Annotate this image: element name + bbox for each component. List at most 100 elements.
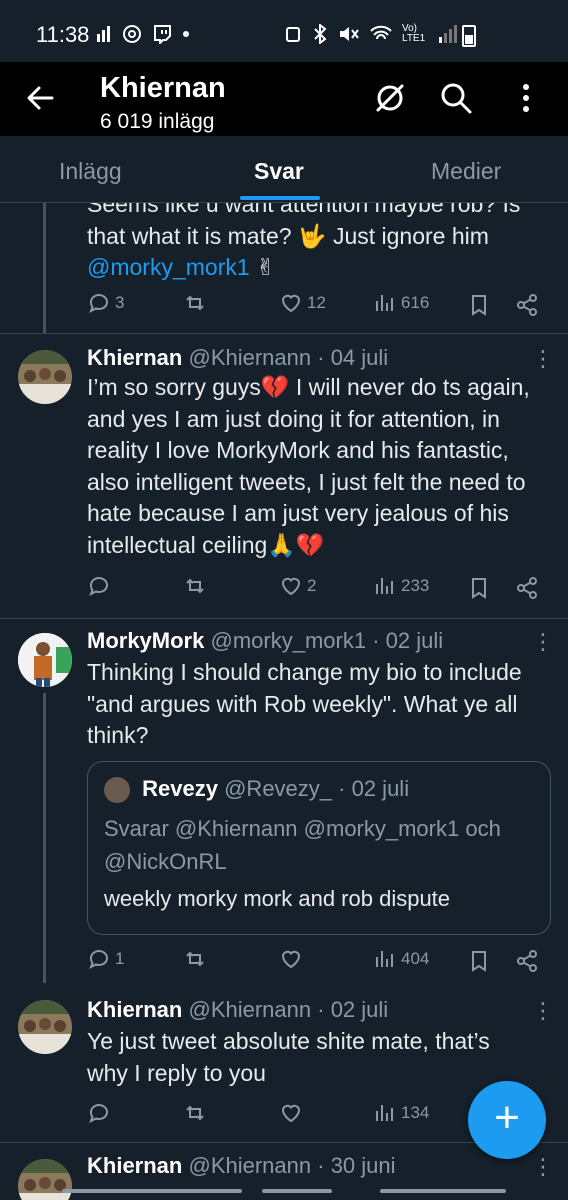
mute-icon bbox=[340, 27, 359, 41]
bluetooth-icon bbox=[314, 24, 327, 44]
active-tab-indicator bbox=[240, 196, 320, 200]
author-name[interactable]: Khiernan bbox=[87, 345, 182, 370]
tweet-actions: 3 12 616 bbox=[87, 291, 547, 321]
quote-date: · 02 juli bbox=[338, 776, 410, 801]
reply-icon bbox=[89, 1104, 108, 1124]
nav-pill bbox=[380, 1189, 506, 1193]
post-count: 6 019 inlägg bbox=[100, 110, 215, 133]
heart-icon bbox=[281, 577, 301, 596]
mention-link[interactable]: @morky_mork1 bbox=[87, 254, 250, 280]
tweet[interactable]: MorkyMork @morky_mork1 · 02 juli ⋮ Think… bbox=[0, 619, 568, 984]
quote-author-name: Revezy bbox=[142, 776, 218, 801]
view-count: 134 bbox=[401, 1103, 430, 1122]
author-handle[interactable]: @Khiernann bbox=[188, 1153, 311, 1178]
tweet-text: Seems like u want attention maybe rob? I… bbox=[87, 203, 521, 280]
quoted-tweet[interactable]: Revezy @Revezy_ · 02 juli Svarar @Khiern… bbox=[87, 761, 551, 935]
tweet[interactable]: Seems like u want attention maybe rob? I… bbox=[0, 203, 568, 333]
threads-icon bbox=[123, 25, 141, 43]
dot-icon bbox=[183, 31, 189, 37]
share-icon[interactable] bbox=[515, 576, 539, 600]
status-bar: 11:38 Vo) LTE1 bbox=[0, 0, 568, 62]
views-button[interactable]: 233 bbox=[373, 574, 429, 598]
reply-button[interactable] bbox=[87, 574, 115, 598]
views-button[interactable]: 134 bbox=[373, 1101, 429, 1125]
profile-header: Khiernan 6 019 inlägg bbox=[0, 62, 568, 136]
avatar[interactable] bbox=[18, 1000, 72, 1054]
tweet-actions: 2 233 bbox=[87, 574, 547, 604]
alarm-icon bbox=[286, 27, 300, 42]
replies-feed: Seems like u want attention maybe rob? I… bbox=[0, 203, 568, 1200]
retweet-icon bbox=[186, 295, 204, 311]
author-handle[interactable]: @Khiernann bbox=[188, 345, 311, 370]
wifi-icon bbox=[370, 25, 392, 40]
data-bars-icon bbox=[97, 26, 110, 42]
compose-button[interactable]: + bbox=[468, 1081, 546, 1159]
quote-reply-context: Svarar @Khiernann @morky_mork1 och @Nick… bbox=[104, 816, 501, 874]
reply-button[interactable]: 1 bbox=[87, 947, 124, 971]
reply-count: 1 bbox=[115, 949, 125, 968]
status-right-icons: Vo) LTE1 bbox=[284, 24, 458, 44]
grok-icon[interactable] bbox=[372, 80, 408, 116]
avatar[interactable] bbox=[18, 350, 72, 404]
share-icon[interactable] bbox=[515, 293, 539, 317]
views-icon bbox=[376, 951, 393, 967]
avatar[interactable] bbox=[18, 633, 72, 687]
tweet-date: · 04 juli bbox=[317, 345, 389, 370]
back-arrow-icon[interactable] bbox=[24, 82, 56, 114]
avatar-image bbox=[18, 1000, 72, 1054]
reply-icon bbox=[89, 294, 108, 314]
tab-media[interactable]: Medier bbox=[431, 158, 501, 185]
like-count: 12 bbox=[307, 293, 326, 312]
heart-icon bbox=[281, 294, 301, 313]
views-button[interactable]: 616 bbox=[373, 291, 429, 315]
reply-icon bbox=[89, 950, 108, 970]
like-button[interactable] bbox=[279, 947, 303, 971]
like-button[interactable]: 12 bbox=[279, 291, 326, 315]
tab-replies[interactable]: Svar bbox=[254, 158, 304, 185]
views-icon bbox=[376, 578, 393, 594]
bookmark-icon[interactable] bbox=[467, 576, 491, 600]
tweet-text: Ye just tweet absolute shite mate, that’… bbox=[87, 1028, 490, 1086]
tweet-text: I’m so sorry guys💔 I will never do ts ag… bbox=[87, 374, 530, 558]
views-button[interactable]: 404 bbox=[373, 947, 429, 971]
view-count: 404 bbox=[401, 949, 430, 968]
tweet-more-icon[interactable]: ⋮ bbox=[532, 346, 554, 372]
author-name[interactable]: Khiernan bbox=[87, 1153, 182, 1178]
reply-icon bbox=[89, 577, 108, 597]
tweet-more-icon[interactable]: ⋮ bbox=[532, 629, 554, 655]
like-button[interactable] bbox=[279, 1101, 303, 1125]
retweet-button[interactable] bbox=[183, 574, 207, 598]
view-count: 233 bbox=[401, 576, 430, 595]
tweet-date: · 02 juli bbox=[317, 997, 389, 1022]
bookmark-icon[interactable] bbox=[467, 293, 491, 317]
tweet-more-icon[interactable]: ⋮ bbox=[532, 1154, 554, 1180]
tweet-actions: 1 404 bbox=[87, 947, 547, 977]
quote-author-handle: @Revezy_ bbox=[224, 776, 333, 801]
bookmark-icon[interactable] bbox=[467, 949, 491, 973]
author-handle[interactable]: @morky_mork1 bbox=[210, 628, 366, 653]
tab-posts[interactable]: Inlägg bbox=[59, 158, 122, 185]
search-icon[interactable] bbox=[438, 80, 474, 116]
reply-button[interactable] bbox=[87, 1101, 111, 1125]
avatar-image bbox=[18, 633, 72, 687]
profile-tabs: Inlägg Svar Medier bbox=[0, 136, 568, 203]
retweet-button[interactable] bbox=[183, 1101, 207, 1125]
quote-text: weekly morky mork and rob dispute bbox=[104, 886, 451, 911]
heart-icon bbox=[281, 1104, 301, 1123]
status-left-icons bbox=[96, 24, 190, 44]
tweet[interactable]: Khiernan @Khiernann · 04 juli ⋮ I’m so s… bbox=[0, 334, 568, 619]
views-icon bbox=[376, 1105, 393, 1121]
author-name[interactable]: Khiernan bbox=[87, 997, 182, 1022]
more-vertical-icon[interactable] bbox=[508, 80, 544, 116]
retweet-button[interactable] bbox=[183, 291, 207, 315]
retweet-icon bbox=[186, 951, 204, 967]
share-icon[interactable] bbox=[515, 949, 539, 973]
tweet-more-icon[interactable]: ⋮ bbox=[532, 998, 554, 1024]
profile-name: Khiernan bbox=[100, 72, 226, 104]
like-button[interactable]: 2 bbox=[279, 574, 316, 598]
author-name[interactable]: MorkyMork bbox=[87, 628, 204, 653]
reply-button[interactable]: 3 bbox=[87, 291, 124, 315]
status-time: 11:38 bbox=[36, 22, 90, 47]
author-handle[interactable]: @Khiernann bbox=[188, 997, 311, 1022]
retweet-button[interactable] bbox=[183, 947, 207, 971]
